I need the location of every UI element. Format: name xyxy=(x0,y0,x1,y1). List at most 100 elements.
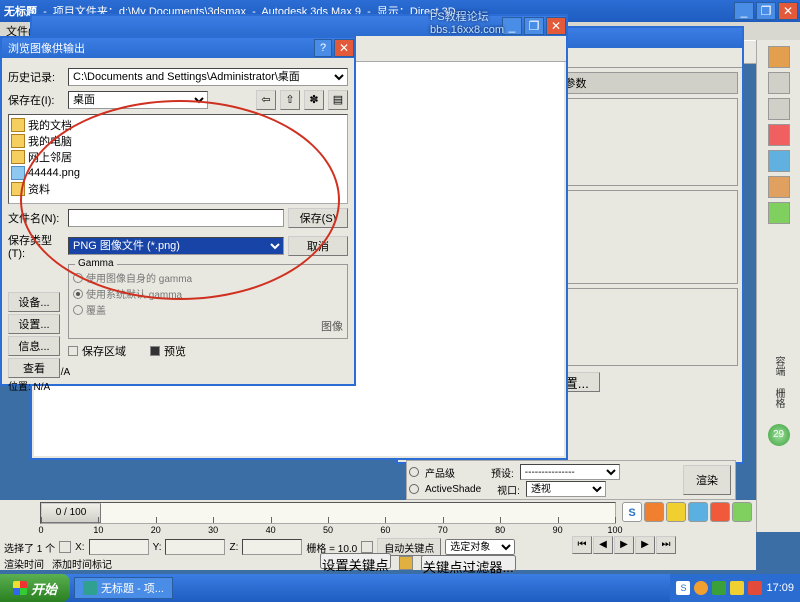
gamma-opt-system[interactable]: 使用系统默认 gamma xyxy=(73,286,343,301)
savein-dropdown[interactable]: 桌面 xyxy=(68,91,208,109)
save-button[interactable]: 保存(S) xyxy=(288,208,348,228)
gamma-opt-image[interactable]: 使用图像自身的 gamma xyxy=(73,270,343,285)
setkey-button[interactable]: 设置关键点 xyxy=(320,553,391,569)
goto-end-button[interactable]: ⏭ xyxy=(656,536,676,554)
lock2-icon[interactable] xyxy=(361,541,373,553)
x-input[interactable] xyxy=(89,539,149,555)
z-input[interactable] xyxy=(242,539,302,555)
tray-guard-icon[interactable] xyxy=(748,581,762,595)
clock[interactable]: 17:09 xyxy=(766,582,794,594)
viewport-label: 视口: xyxy=(497,482,520,497)
start-button[interactable]: 开始 xyxy=(0,574,70,602)
filetype-dropdown[interactable]: PNG 图像文件 (*.png) xyxy=(68,237,284,255)
save-title: 浏览图像供输出 xyxy=(8,40,85,56)
orange-icon[interactable] xyxy=(644,502,664,522)
key-icon[interactable] xyxy=(399,556,413,570)
time-slider[interactable]: 0 / 100 0102030405060708090100 xyxy=(40,502,616,524)
list-item[interactable]: 网上邻居 xyxy=(11,149,345,165)
system-tray: S 17:09 xyxy=(670,574,800,602)
hierarchy-tool-icon[interactable] xyxy=(768,98,790,120)
tray-shield-icon[interactable] xyxy=(730,581,744,595)
rfb-close[interactable]: ✕ xyxy=(546,17,566,35)
leaf-icon[interactable] xyxy=(732,502,752,522)
device-button[interactable]: 设备... xyxy=(8,292,60,312)
view-button[interactable]: 查看 xyxy=(8,358,60,378)
save-file-dialog: 浏览图像供输出 ? ✕ 历史记录: C:\Documents and Setti… xyxy=(0,36,356,386)
badge-29: 29 xyxy=(768,424,790,446)
autokey-mode-dropdown[interactable]: 选定对象 xyxy=(445,539,515,555)
filename-label: 文件名(N): xyxy=(8,210,64,226)
windows-logo-icon xyxy=(13,581,27,595)
render-button[interactable]: 渲染 xyxy=(683,465,731,495)
activeshade-radio[interactable] xyxy=(409,484,419,494)
watermark: PS教程论坛 bbs.16xx8.com xyxy=(430,8,504,36)
save-region-label: 保存区域 xyxy=(82,343,126,359)
production-radio[interactable] xyxy=(409,467,419,477)
list-item[interactable]: 我的电脑 xyxy=(11,133,345,149)
filetype-label: 保存类型(T): xyxy=(8,232,64,260)
history-label: 历史记录: xyxy=(8,69,64,85)
utilities-tool-icon[interactable] xyxy=(768,202,790,224)
list-item[interactable]: 我的文档 xyxy=(11,117,345,133)
list-item[interactable]: 44444.png xyxy=(11,165,345,181)
arrow-tool-icon[interactable] xyxy=(768,46,790,68)
preset-dropdown[interactable]: --------------- xyxy=(520,464,620,480)
selection-status: 选择了 1 个 xyxy=(4,540,55,555)
viewport-dropdown[interactable]: 透视 xyxy=(526,481,606,497)
view-menu-icon[interactable]: ▤ xyxy=(328,90,348,110)
modify-tool-icon[interactable] xyxy=(768,72,790,94)
rfb-maximize[interactable]: ❐ xyxy=(524,17,544,35)
tray-s-icon[interactable]: S xyxy=(676,581,690,595)
next-frame-button[interactable]: ▶ xyxy=(635,536,655,554)
maximize-button[interactable]: ❐ xyxy=(756,2,776,20)
link-tool-icon[interactable] xyxy=(768,124,790,146)
network-icon xyxy=(11,150,25,164)
person-icon[interactable] xyxy=(688,502,708,522)
up-icon[interactable]: ⇧ xyxy=(280,90,300,110)
addtime-label[interactable]: 添加时间标记 xyxy=(52,556,112,571)
setup-button[interactable]: 设置... xyxy=(8,314,60,334)
y-input[interactable] xyxy=(165,539,225,555)
render-bottom-panel: 产品级 预设: --------------- ActiveShade 视口: … xyxy=(406,460,736,500)
play-button[interactable]: ▶ xyxy=(614,536,634,554)
file-list[interactable]: 我的文档 我的电脑 网上邻居 44444.png 资料 xyxy=(8,114,348,204)
info-button[interactable]: 信息... xyxy=(8,336,60,356)
savein-label: 保存在(I): xyxy=(8,92,64,108)
save-close-button[interactable]: ✕ xyxy=(334,39,354,57)
gamma-opt-override[interactable]: 覆盖 xyxy=(73,302,343,317)
s-icon[interactable]: S xyxy=(622,502,642,522)
render-time-label: 渲染时间 xyxy=(4,556,44,571)
tray-qq-icon[interactable] xyxy=(694,581,708,595)
position-label: 位置: N/A xyxy=(8,378,348,393)
playback-controls: ⏮ ◀ ▶ ▶ ⏭ xyxy=(572,536,676,554)
back-icon[interactable]: ⇦ xyxy=(256,90,276,110)
cancel-button[interactable]: 取消 xyxy=(288,236,348,256)
rfb-minimize[interactable]: _ xyxy=(502,17,522,35)
computer-icon xyxy=(11,134,25,148)
close-button[interactable]: ✕ xyxy=(778,2,798,20)
lock-icon[interactable] xyxy=(59,541,71,553)
save-titlebar[interactable]: 浏览图像供输出 ? ✕ xyxy=(2,38,354,58)
tray-shortcut-icons: S xyxy=(622,502,752,522)
goto-start-button[interactable]: ⏮ xyxy=(572,536,592,554)
star-icon[interactable] xyxy=(666,502,686,522)
taskbar-item-3dsmax[interactable]: 无标题 - 项... xyxy=(74,577,173,599)
timeline-area: 0 / 100 0102030405060708090100 S 选择了 1 个… xyxy=(0,500,756,570)
minimize-button[interactable]: _ xyxy=(734,2,754,20)
panel-label-1: 容端 xyxy=(771,356,786,376)
keyfilter-button[interactable]: 关键点过滤器... xyxy=(421,555,516,571)
history-dropdown[interactable]: C:\Documents and Settings\Administrator\… xyxy=(68,68,348,86)
list-item[interactable]: 资料 xyxy=(11,181,345,197)
save-region-checkbox[interactable] xyxy=(68,346,78,356)
tray-360-icon[interactable] xyxy=(712,581,726,595)
help-icon[interactable]: ? xyxy=(314,39,332,57)
panel-label-2: 栅格 xyxy=(771,388,786,408)
time-slider-handle[interactable]: 0 / 100 xyxy=(41,503,101,523)
motion-tool-icon[interactable] xyxy=(768,150,790,172)
prev-frame-button[interactable]: ◀ xyxy=(593,536,613,554)
preview-checkbox[interactable] xyxy=(150,346,160,356)
shirt-icon[interactable] xyxy=(710,502,730,522)
filename-input[interactable] xyxy=(68,209,284,227)
display-tool-icon[interactable] xyxy=(768,176,790,198)
new-folder-icon[interactable]: ✽ xyxy=(304,90,324,110)
